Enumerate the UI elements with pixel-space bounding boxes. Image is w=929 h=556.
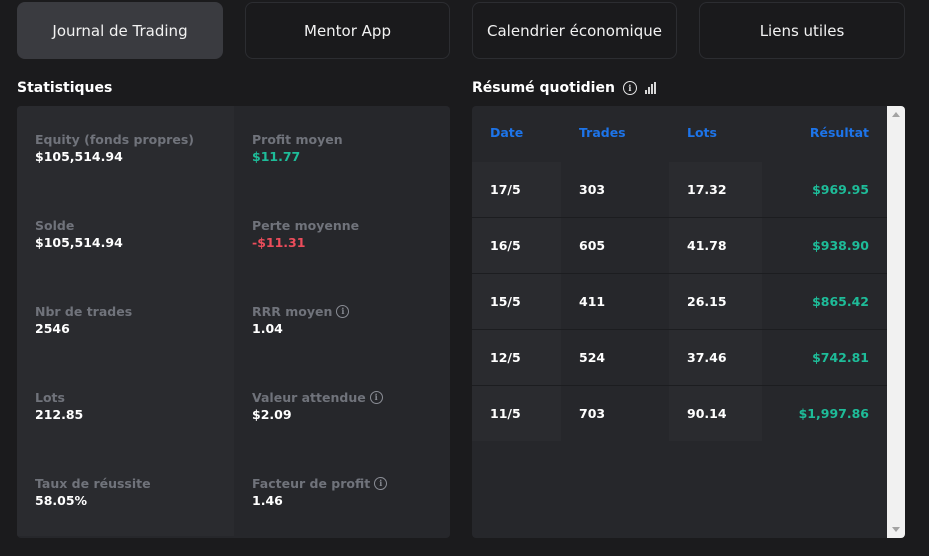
table-row[interactable]: 12/5 524 37.46 $742.81: [472, 330, 887, 386]
daily-summary-title-text: Résumé quotidien: [472, 80, 615, 96]
cell-lots: 17.32: [669, 162, 762, 217]
info-icon[interactable]: i: [622, 81, 637, 95]
stat-label: Perte moyenne: [252, 217, 360, 233]
scroll-up-arrow-icon[interactable]: [892, 112, 900, 117]
stat-row: Equity (fonds propres) $105,514.94 Profi…: [17, 106, 450, 192]
cell-trades: 303: [561, 162, 669, 217]
cell-date: 12/5: [472, 330, 561, 385]
stat-value: 2546: [35, 321, 70, 336]
stat-row: Lots 212.85 Valeur attendue i $2.09: [17, 364, 450, 450]
cell-date: 17/5: [472, 162, 561, 217]
cell-trades: 703: [561, 386, 669, 441]
column-header-resultat[interactable]: Résultat: [810, 125, 869, 140]
stat-value: $2.09: [252, 407, 292, 422]
cell-date: 15/5: [472, 274, 561, 329]
cell-trades: 411: [561, 274, 669, 329]
stat-label-with-info: RRR moyen i: [252, 302, 450, 320]
stat-taux-de-reussite: Taux de réussite 58.05%: [17, 450, 234, 536]
stat-value: -$11.31: [252, 235, 306, 250]
daily-summary-table: Date Trades Lots Résultat 17/5 303 17.32…: [472, 106, 887, 441]
bar-chart-icon[interactable]: [644, 82, 656, 94]
stat-label: Equity (fonds propres): [35, 131, 194, 147]
stat-value: 212.85: [35, 407, 84, 422]
stat-perte-moyenne: Perte moyenne -$11.31: [234, 192, 450, 278]
stat-label-with-info: Facteur de profit i: [252, 474, 450, 492]
stat-label-text: RRR moyen: [252, 303, 333, 319]
scroll-down-arrow-icon[interactable]: [892, 527, 900, 532]
daily-summary-title: Résumé quotidien i: [472, 80, 656, 96]
stat-lots: Lots 212.85: [17, 364, 234, 450]
stat-rrr-moyen: RRR moyen i 1.04: [234, 278, 450, 364]
cell-trades: 605: [561, 218, 669, 273]
stat-value: 1.04: [252, 321, 283, 336]
table-header: Date Trades Lots Résultat: [472, 106, 887, 163]
stat-label: Profit moyen: [252, 131, 343, 147]
stat-value: $105,514.94: [35, 235, 123, 250]
cell-trades: 524: [561, 330, 669, 385]
stat-valeur-attendue: Valeur attendue i $2.09: [234, 364, 450, 450]
info-icon[interactable]: i: [374, 476, 388, 490]
table-row[interactable]: 16/5 605 41.78 $938.90: [472, 218, 887, 274]
stat-solde: Solde $105,514.94: [17, 192, 234, 278]
stat-value: $105,514.94: [35, 149, 123, 164]
tab-liens-utiles[interactable]: Liens utiles: [699, 2, 905, 59]
stats-title: Statistiques: [17, 80, 112, 96]
info-icon[interactable]: i: [336, 304, 350, 318]
daily-summary-panel: Date Trades Lots Résultat 17/5 303 17.32…: [472, 106, 905, 538]
cell-date: 16/5: [472, 218, 561, 273]
cell-lots: 26.15: [669, 274, 762, 329]
stats-title-text: Statistiques: [17, 80, 113, 96]
cell-result: $865.42: [762, 274, 887, 329]
stat-value: 1.46: [252, 493, 283, 508]
cell-result: $938.90: [762, 218, 887, 273]
tab-calendrier-economique[interactable]: Calendrier économique: [472, 2, 677, 59]
stat-row: Taux de réussite 58.05% Facteur de profi…: [17, 450, 450, 536]
tab-mentor-app[interactable]: Mentor App: [245, 2, 450, 59]
vertical-scrollbar[interactable]: [887, 106, 905, 538]
stat-label-text: Facteur de profit: [252, 475, 371, 491]
stat-row: Solde $105,514.94 Perte moyenne -$11.31: [17, 192, 450, 278]
stat-label: Taux de réussite: [35, 475, 151, 491]
table-row[interactable]: 15/5 411 26.15 $865.42: [472, 274, 887, 330]
column-header-trades[interactable]: Trades: [579, 125, 626, 140]
stat-label: Nbr de trades: [35, 303, 133, 319]
column-header-date[interactable]: Date: [490, 125, 523, 140]
cell-result: $969.95: [762, 162, 887, 217]
cell-date: 11/5: [472, 386, 561, 441]
cell-result: $742.81: [762, 330, 887, 385]
stat-nbr-de-trades: Nbr de trades 2546: [17, 278, 234, 364]
stat-profit-moyen: Profit moyen $11.77: [234, 106, 450, 192]
info-icon[interactable]: i: [369, 390, 383, 404]
stat-label-with-info: Valeur attendue i: [252, 388, 450, 406]
stat-label: Lots: [35, 389, 65, 405]
stat-row: Nbr de trades 2546 RRR moyen i 1.04: [17, 278, 450, 364]
stats-panel: Equity (fonds propres) $105,514.94 Profi…: [17, 106, 450, 538]
cell-result: $1,997.86: [762, 386, 887, 441]
cell-lots: 90.14: [669, 386, 762, 441]
stat-value: 58.05%: [35, 493, 88, 508]
stat-facteur-de-profit: Facteur de profit i 1.46: [234, 450, 450, 536]
column-header-lots[interactable]: Lots: [687, 125, 717, 140]
tab-journal-de-trading[interactable]: Journal de Trading: [17, 2, 223, 59]
cell-lots: 37.46: [669, 330, 762, 385]
stat-label-text: Valeur attendue: [252, 389, 366, 405]
stat-label: Solde: [35, 217, 75, 233]
cell-lots: 41.78: [669, 218, 762, 273]
stat-equity: Equity (fonds propres) $105,514.94: [17, 106, 234, 192]
stat-value: $11.77: [252, 149, 301, 164]
table-row[interactable]: 17/5 303 17.32 $969.95: [472, 162, 887, 218]
table-row[interactable]: 11/5 703 90.14 $1,997.86: [472, 386, 887, 442]
